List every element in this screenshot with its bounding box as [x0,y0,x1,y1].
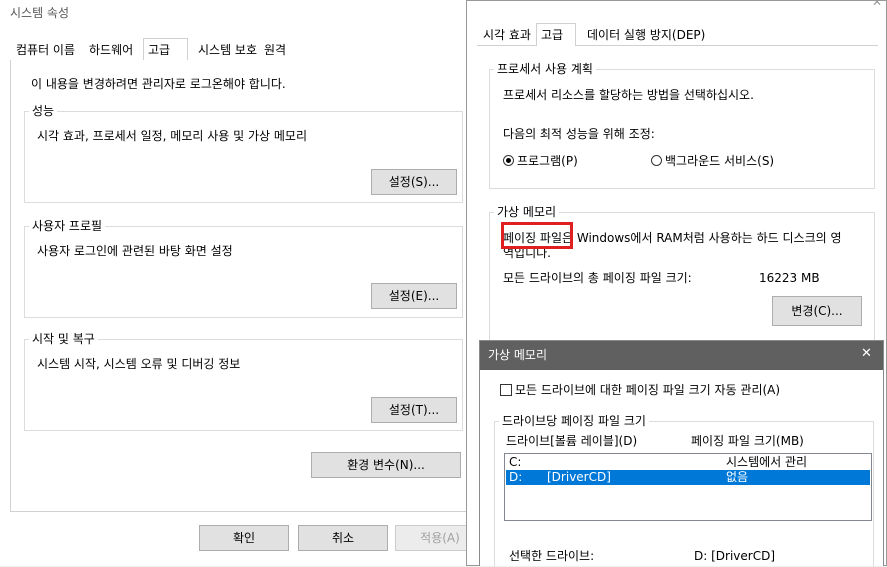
tab-dep[interactable]: 데이터 실행 방지(DEP) [583,25,709,45]
change-button[interactable]: 변경(C)... [772,296,862,326]
drive-paging-size: 시스템에서 관리 [726,455,808,469]
selected-drive-value: D: [DriverCD] [694,549,776,563]
startup-recovery-desc: 시스템 시작, 시스템 오류 및 디버깅 정보 [37,357,241,371]
virtual-memory-dialog-title: 가상 메모리 [488,348,548,362]
processor-scheduling-group: 프로세서 사용 계획 프로세서 리소스를 할당하는 방법을 선택하십시오. 다음… [489,62,875,189]
processor-desc: 프로세서 리소스를 할당하는 방법을 선택하십시오. [503,88,754,102]
selected-drive-label: 선택한 드라이브: [509,549,595,563]
tab-advanced[interactable]: 고급 [143,38,188,61]
drive-row-c[interactable]: C: 시스템에서 관리 [506,455,870,470]
performance-desc: 시각 효과, 프로세서 일정, 메모리 사용 및 가상 메모리 [37,129,307,143]
tab-hardware[interactable]: 하드웨어 [85,40,137,60]
startup-recovery-label: 시작 및 복구 [29,332,98,346]
user-profile-settings-button[interactable]: 설정(E)... [371,283,457,309]
virtual-memory-label: 가상 메모리 [494,205,560,219]
processor-scheduling-label: 프로세서 사용 계획 [494,62,596,76]
ok-button[interactable]: 확인 [199,525,289,551]
user-profile-group: 사용자 프로필 사용자 로그인에 관련된 바탕 화면 설정 설정(E)... [24,219,463,318]
paging-size-per-drive-group: 드라이브당 페이징 파일 크기 드라이브[볼륨 레이블](D) 페이징 파일 크… [494,414,874,567]
virtual-memory-titlebar: 가상 메모리 ✕ [480,341,883,370]
drive-row-d[interactable]: D: [DriverCD] 없음 [506,470,870,485]
drive-list[interactable]: C: 시스템에서 관리 D: [DriverCD] 없음 [504,453,872,521]
environment-variables-button[interactable]: 환경 변수(N)... [311,452,461,478]
background-services-radio[interactable]: 백그라운드 서비스(S) [651,154,774,168]
paging-size-per-drive-label: 드라이브당 페이징 파일 크기 [499,414,649,428]
advanced-tab-panel: 이 내용을 변경하려면 관리자로 로그온해야 합니다. 성능 시각 효과, 프로… [10,60,472,512]
system-properties-title: 시스템 속성 [0,0,472,26]
performance-label: 성능 [29,104,58,118]
system-properties-tabs: 컴퓨터 이름 하드웨어 고급 시스템 보호 원격 [10,38,300,61]
performance-options-tabs: 시각 효과 고급 데이터 실행 방지(DEP) [477,23,878,46]
cancel-button[interactable]: 취소 [298,525,388,551]
column-header-drive: 드라이브[볼륨 레이블](D) [506,434,638,448]
dialog-close-icon[interactable]: ✕ [861,347,872,361]
startup-recovery-settings-button[interactable]: 설정(T)... [371,397,457,423]
radio-unchecked-icon [651,155,662,166]
close-icon[interactable]: ✕ [872,0,882,9]
tab-computer-name[interactable]: 컴퓨터 이름 [12,40,79,60]
column-header-size: 페이징 파일 크기(MB) [691,434,804,448]
tab-perf-advanced[interactable]: 고급 [536,23,576,46]
program-radio-label: 프로그램(P) [517,154,578,168]
program-radio[interactable]: 프로그램(P) [503,154,578,168]
total-paging-label: 모든 드라이브의 총 페이징 파일 크기: [503,271,692,285]
virtual-memory-desc-rest: 은 Windows에서 RAM처럼 사용하는 하드 디스크의 영 [562,231,842,245]
background-services-label: 백그라운드 서비스(S) [665,154,775,168]
admin-note: 이 내용을 변경하려면 관리자로 로그온해야 합니다. [31,77,286,91]
virtual-memory-dialog: 가상 메모리 ✕ 모든 드라이브에 대한 페이징 파일 크기 자동 관리(A) … [479,340,884,567]
radio-checked-icon [503,155,514,166]
adjust-label: 다음의 최적 성능을 위해 조정: [503,127,655,141]
tab-remote[interactable]: 원격 [260,40,290,60]
tab-system-protection[interactable]: 시스템 보호 [194,40,261,60]
auto-manage-checkbox[interactable]: 모든 드라이브에 대한 페이징 파일 크기 자동 관리(A) [500,383,780,397]
tab-visual-effects[interactable]: 시각 효과 [479,25,535,45]
startup-recovery-group: 시작 및 복구 시스템 시작, 시스템 오류 및 디버깅 정보 설정(T)... [24,332,463,431]
paging-file-highlight-box [501,222,573,249]
user-profile-desc: 사용자 로그인에 관련된 바탕 화면 설정 [37,244,233,258]
drive-letter: C: [509,455,522,469]
system-properties-window: 시스템 속성 컴퓨터 이름 하드웨어 고급 시스템 보호 원격 이 내용을 변경… [0,0,485,566]
total-paging-value: 16223 MB [759,271,820,285]
drive-volume-label: [DriverCD] [547,470,611,484]
user-profile-label: 사용자 프로필 [29,219,106,233]
auto-manage-label: 모든 드라이브에 대한 페이징 파일 크기 자동 관리(A) [515,383,781,397]
drive-letter: D: [509,470,523,484]
drive-paging-size: 없음 [726,470,749,484]
checkbox-unchecked-icon [500,384,512,396]
performance-settings-button[interactable]: 설정(S)... [371,169,457,195]
performance-group: 성능 시각 효과, 프로세서 일정, 메모리 사용 및 가상 메모리 설정(S)… [24,104,463,203]
